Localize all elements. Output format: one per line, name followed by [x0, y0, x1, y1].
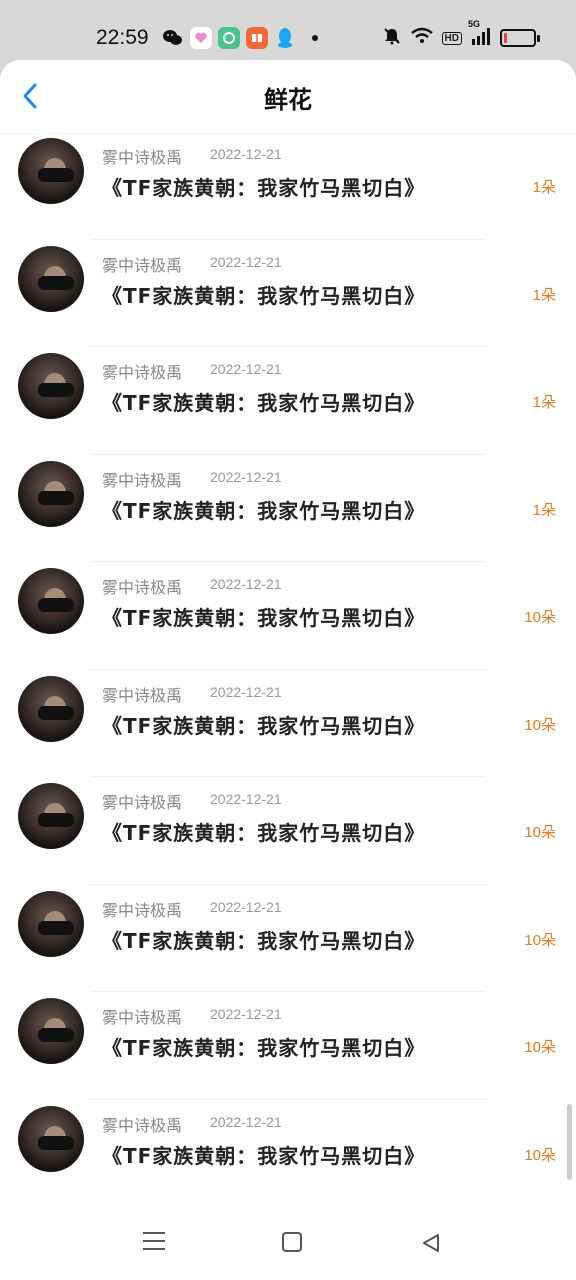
avatar-mask	[38, 490, 74, 505]
book-title[interactable]: 《TF家族黄朝：我家竹马黑切白》	[102, 172, 425, 201]
record-date: 2022-12-21	[210, 683, 282, 700]
book-title[interactable]: 《TF家族黄朝：我家竹马黑切白》	[102, 495, 425, 524]
list-item[interactable]: 雾中诗极禹 2022-12-21 《TF家族黄朝：我家竹马黑切白》 1朵	[0, 240, 576, 347]
author-name[interactable]: 雾中诗极禹	[102, 1112, 182, 1136]
battery-icon	[500, 29, 540, 47]
avatar-mask	[38, 920, 74, 935]
flower-count: 1朵	[532, 501, 556, 519]
list-item[interactable]: 雾中诗极禹 2022-12-21 《TF家族黄朝：我家竹马黑切白》 10朵	[0, 777, 576, 885]
page-header: 鲜花	[0, 60, 576, 132]
avatar[interactable]	[18, 568, 84, 634]
record-date: 2022-12-21	[210, 468, 282, 485]
avatar-mask	[38, 705, 74, 720]
signal-icon: 5G	[468, 19, 492, 49]
author-name[interactable]: 雾中诗极禹	[102, 359, 182, 383]
author-name[interactable]: 雾中诗极禹	[102, 144, 182, 168]
avatar-mask	[38, 1028, 74, 1042]
avatar[interactable]	[18, 998, 84, 1064]
book-title[interactable]: 《TF家族黄朝：我家竹马黑切白》	[102, 710, 425, 739]
author-name[interactable]: 雾中诗极禹	[102, 682, 182, 706]
record-date: 2022-12-21	[210, 253, 282, 270]
record-date: 2022-12-21	[210, 1006, 282, 1022]
flower-count: 1朵	[532, 179, 556, 196]
menu-icon[interactable]	[143, 1232, 165, 1254]
wifi-icon	[410, 27, 434, 49]
book-title[interactable]: 《TF家族黄朝：我家竹马黑切白》	[102, 280, 425, 309]
book-title[interactable]: 《TF家族黄朝：我家竹马黑切白》	[102, 387, 425, 416]
record-date: 2022-12-21	[210, 576, 282, 592]
system-nav-bar	[0, 1204, 576, 1280]
avatar-mask	[38, 598, 74, 612]
book-title[interactable]: 《TF家族黄朝：我家竹马黑切白》	[102, 1140, 425, 1169]
flower-count: 10朵	[524, 716, 556, 734]
battery-level	[504, 33, 507, 43]
avatar[interactable]	[18, 1105, 84, 1172]
author-name[interactable]: 雾中诗极禹	[102, 789, 182, 813]
record-date: 2022-12-21	[210, 146, 282, 162]
list-item[interactable]: 雾中诗极禹 2022-12-21 《TF家族黄朝：我家竹马黑切白》 10朵	[0, 885, 576, 992]
status-time: 22:59	[96, 26, 149, 49]
book-title[interactable]: 《TF家族黄朝：我家竹马黑切白》	[102, 1032, 425, 1061]
record-date: 2022-12-21	[210, 1113, 282, 1130]
green-app-icon	[218, 27, 240, 49]
avatar[interactable]	[18, 138, 84, 204]
book-title[interactable]: 《TF家族黄朝：我家竹马黑切白》	[102, 817, 425, 846]
flower-count: 10朵	[524, 824, 556, 841]
book-title[interactable]: 《TF家族黄朝：我家竹马黑切白》	[102, 925, 425, 954]
author-name[interactable]: 雾中诗极禹	[102, 467, 182, 491]
list-item[interactable]: 雾中诗极禹 2022-12-21 《TF家族黄朝：我家竹马黑切白》 1朵	[0, 455, 576, 562]
avatar[interactable]	[18, 460, 84, 527]
list-item[interactable]: 雾中诗极禹 2022-12-21 《TF家族黄朝：我家竹马黑切白》 10朵	[0, 670, 576, 777]
avatar[interactable]	[18, 675, 84, 742]
qq-icon	[274, 27, 296, 49]
orange-app-icon	[246, 27, 268, 49]
record-date: 2022-12-21	[210, 791, 282, 807]
more-notifications-dot	[312, 35, 318, 41]
avatar[interactable]	[18, 353, 84, 419]
book-title[interactable]: 《TF家族黄朝：我家竹马黑切白》	[102, 602, 425, 631]
hd-badge: HD	[441, 31, 462, 45]
list-item[interactable]: 雾中诗极禹 2022-12-21 《TF家族黄朝：我家竹马黑切白》 10朵	[0, 1100, 576, 1205]
author-name[interactable]: 雾中诗极禹	[102, 1004, 182, 1028]
network-label: 5G	[468, 19, 481, 29]
author-name[interactable]: 雾中诗极禹	[102, 252, 182, 276]
avatar[interactable]	[18, 890, 84, 957]
record-date: 2022-12-21	[210, 898, 282, 915]
flower-count: 10朵	[524, 1146, 556, 1164]
list-item[interactable]: 雾中诗极禹 2022-12-21 《TF家族黄朝：我家竹马黑切白》 1朵	[0, 132, 576, 240]
system-icons: HD 5G	[382, 19, 540, 50]
flower-count: 1朵	[532, 286, 556, 304]
avatar-mask	[38, 1135, 74, 1150]
wechat-icon	[162, 27, 184, 49]
author-name[interactable]: 雾中诗极禹	[102, 574, 182, 598]
avatar[interactable]	[18, 245, 84, 312]
avatar-mask	[38, 383, 74, 397]
flower-count: 10朵	[524, 931, 556, 949]
home-square-icon[interactable]	[282, 1232, 302, 1252]
flower-record-list[interactable]: 雾中诗极禹 2022-12-21 《TF家族黄朝：我家竹马黑切白》 1朵 雾中诗极禹 20…	[0, 132, 576, 1204]
avatar-mask	[38, 275, 74, 290]
notification-icons	[162, 26, 318, 50]
flower-count: 10朵	[524, 1039, 556, 1056]
avatar-mask	[38, 168, 74, 182]
heart-app-icon	[190, 27, 212, 49]
avatar[interactable]	[18, 783, 84, 849]
back-triangle-icon[interactable]	[420, 1232, 442, 1254]
record-date: 2022-12-21	[210, 361, 282, 377]
list-item[interactable]: 雾中诗极禹 2022-12-21 《TF家族黄朝：我家竹马黑切白》 10朵	[0, 992, 576, 1100]
flower-count: 1朵	[532, 394, 556, 411]
list-item[interactable]: 雾中诗极禹 2022-12-21 《TF家族黄朝：我家竹马黑切白》 1朵	[0, 347, 576, 455]
author-name[interactable]: 雾中诗极禹	[102, 897, 182, 921]
avatar-mask	[38, 813, 74, 827]
list-item[interactable]: 雾中诗极禹 2022-12-21 《TF家族黄朝：我家竹马黑切白》 10朵	[0, 562, 576, 670]
mute-bell-icon	[382, 26, 402, 50]
flower-count: 10朵	[524, 609, 556, 626]
page-title: 鲜花	[264, 86, 312, 114]
scrollbar[interactable]	[567, 1104, 572, 1180]
